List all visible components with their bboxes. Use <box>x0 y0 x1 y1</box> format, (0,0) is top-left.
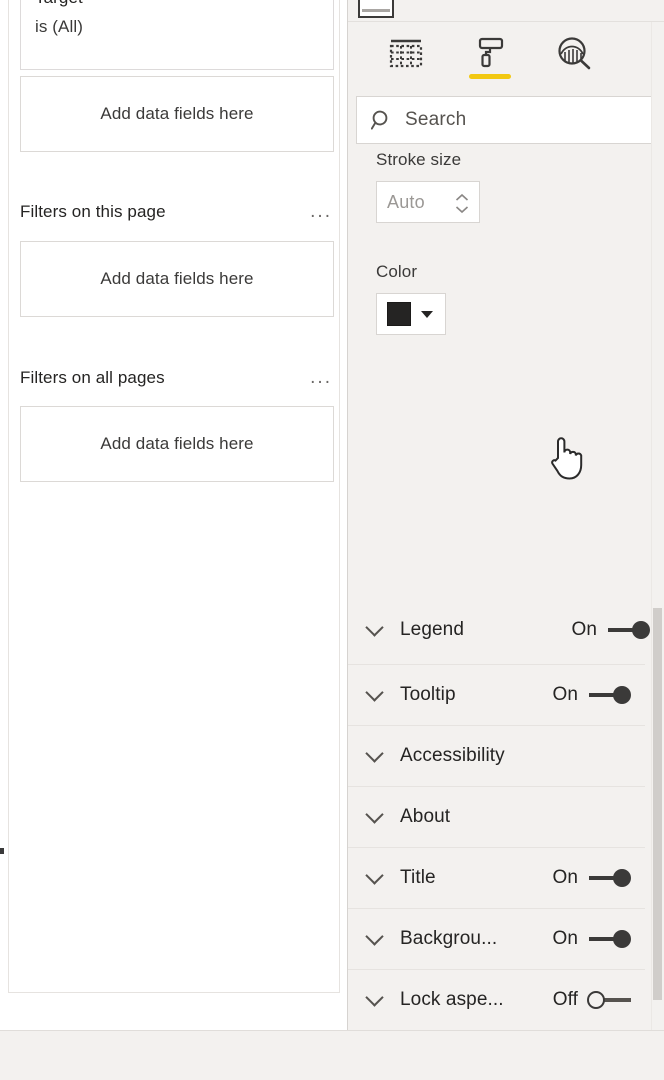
filter-group-title: Filters on this page <box>20 202 166 221</box>
dropzone-label: Add data fields here <box>100 434 254 453</box>
active-tab-indicator <box>469 74 511 79</box>
bottom-strip <box>0 1030 664 1080</box>
toggle-switch[interactable] <box>587 868 631 888</box>
applied-filter-card[interactable]: Target is (All) <box>20 0 334 70</box>
toggle-state-label: On <box>552 928 578 949</box>
visualization-type-strip <box>348 0 664 22</box>
title-toggle[interactable]: On <box>552 867 631 889</box>
stacked-column-chart-icon[interactable] <box>358 0 394 18</box>
format-pane: Search Stroke size Auto Color Legend On … <box>348 0 664 1030</box>
chevron-down-icon <box>365 744 384 763</box>
dropzone-label: Add data fields here <box>100 104 254 123</box>
toggle-state-label: On <box>552 867 578 888</box>
section-row-lock-aspect[interactable]: Lock aspe... Off <box>348 969 645 1030</box>
section-label: Legend <box>400 619 465 640</box>
filters-pane: Target is (All) Add data fields here Fil… <box>0 0 348 1030</box>
chevron-down-icon <box>365 866 384 885</box>
section-row-title[interactable]: Title On <box>348 847 645 908</box>
tab-format[interactable] <box>466 29 514 79</box>
tab-fields[interactable] <box>382 29 430 77</box>
background-toggle[interactable]: On <box>552 928 631 950</box>
toggle-switch[interactable] <box>587 929 631 949</box>
color-picker-button[interactable] <box>376 293 446 335</box>
filter-field-name: Target <box>35 0 319 13</box>
paint-roller-icon <box>478 37 504 68</box>
stroke-size-input[interactable]: Auto <box>376 181 480 223</box>
filter-group-all-pages: Filters on all pages ... <box>20 366 334 390</box>
filter-dropzone-all-pages[interactable]: Add data fields here <box>20 406 334 482</box>
caret-down-icon <box>421 310 433 318</box>
toggle-state-label: On <box>552 684 578 705</box>
section-row-tooltip[interactable]: Tooltip On <box>348 664 645 725</box>
toggle-state-label: Off <box>552 989 578 1010</box>
section-row-legend[interactable]: Legend On <box>348 600 664 660</box>
chevron-down-icon <box>365 988 384 1007</box>
power-bi-panes: Target is (All) Add data fields here Fil… <box>0 0 664 1080</box>
lock-aspect-toggle[interactable]: Off <box>553 989 631 1011</box>
analytics-magnifier-icon <box>558 37 591 70</box>
chevron-down-icon <box>365 927 384 946</box>
ellipsis-icon[interactable]: ... <box>310 202 334 221</box>
section-label: Tooltip <box>400 684 456 705</box>
tab-analytics[interactable] <box>550 29 598 77</box>
section-label: Title <box>400 867 436 888</box>
chevron-up-icon <box>455 193 469 201</box>
toggle-switch[interactable] <box>587 990 631 1010</box>
ellipsis-icon[interactable]: ... <box>310 368 334 387</box>
stroke-size-stepper[interactable] <box>451 187 473 219</box>
section-row-about[interactable]: About <box>348 786 645 847</box>
chevron-down-icon <box>365 618 384 637</box>
section-row-accessibility[interactable]: Accessibility <box>348 725 645 786</box>
filter-field-condition: is (All) <box>35 17 84 36</box>
filter-dropzone-page[interactable]: Add data fields here <box>20 241 334 317</box>
chevron-down-icon <box>365 805 384 824</box>
filter-group-this-page: Filters on this page ... <box>20 200 334 224</box>
chevron-down-icon <box>365 683 384 702</box>
search-input[interactable]: Search <box>356 96 656 144</box>
filter-group-title: Filters on all pages <box>20 368 165 387</box>
dropzone-label: Add data fields here <box>100 269 254 288</box>
format-pane-tabs <box>348 22 664 84</box>
tooltip-toggle[interactable]: On <box>552 684 631 706</box>
stroke-size-label: Stroke size <box>376 150 462 169</box>
scrollbar-thumb[interactable] <box>653 608 662 1000</box>
legend-toggle[interactable]: On <box>571 619 650 641</box>
toggle-switch[interactable] <box>606 620 650 640</box>
search-icon <box>371 110 388 130</box>
filter-dropzone-visual[interactable]: Add data fields here <box>20 76 334 152</box>
section-label: About <box>400 806 451 827</box>
color-label: Color <box>376 262 418 281</box>
toggle-switch[interactable] <box>587 685 631 705</box>
search-placeholder-text: Search <box>405 109 467 130</box>
color-swatch <box>387 302 411 326</box>
toggle-state-label: On <box>571 619 597 640</box>
fields-table-icon <box>389 39 423 68</box>
chevron-down-icon <box>455 205 469 213</box>
section-label: Backgrou... <box>400 928 498 949</box>
section-label: Lock aspe... <box>400 989 504 1010</box>
section-row-background[interactable]: Backgrou... On <box>348 908 645 969</box>
format-pane-scrollbar[interactable] <box>651 22 664 1030</box>
section-label: Accessibility <box>400 745 505 766</box>
pane-resize-marker[interactable] <box>0 848 4 854</box>
stroke-size-value: Auto <box>387 191 425 212</box>
